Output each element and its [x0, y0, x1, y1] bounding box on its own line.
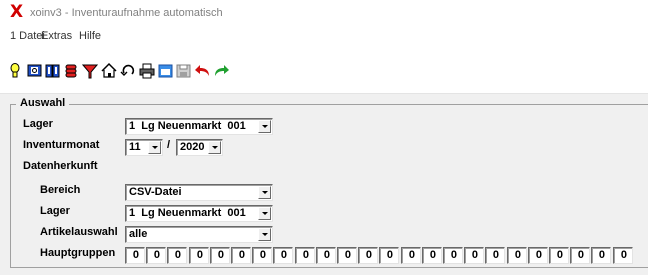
menu-bar: 1 Datei Extras Hilfe — [0, 26, 648, 46]
toolbar — [0, 46, 648, 94]
menu-hilfe[interactable]: Hilfe — [79, 30, 101, 42]
hauptgruppe-field[interactable]: 0 — [146, 247, 166, 264]
hauptgruppe-field[interactable]: 0 — [295, 247, 315, 264]
hauptgruppe-field[interactable]: 0 — [570, 247, 590, 264]
app-logo-icon: X — [10, 2, 24, 22]
hauptgruppe-field[interactable]: 0 — [422, 247, 442, 264]
hauptgruppe-field[interactable]: 0 — [464, 247, 484, 264]
chevron-down-icon[interactable] — [148, 141, 161, 154]
auswahl-group-title: Auswahl — [16, 97, 70, 109]
title-bar: X xoinv3 - Inventuraufnahme automatisch — [0, 0, 648, 26]
bereich-label: Bereich — [40, 184, 81, 196]
hauptgruppe-field[interactable]: 0 — [337, 247, 357, 264]
hauptgruppe-field[interactable]: 0 — [591, 247, 611, 264]
hauptgruppe-field[interactable]: 0 — [273, 247, 293, 264]
chevron-down-icon[interactable] — [258, 120, 271, 133]
lager-label: Lager — [23, 118, 53, 130]
window-title: xoinv3 - Inventuraufnahme automatisch — [30, 7, 223, 19]
save-icon[interactable] — [176, 62, 192, 80]
hauptgruppe-field[interactable]: 0 — [358, 247, 378, 264]
lightbulb-icon[interactable] — [8, 62, 24, 80]
hauptgruppe-field[interactable]: 0 — [189, 247, 209, 264]
artikelauswahl-label: Artikelauswahl — [40, 226, 118, 238]
year-combo[interactable]: 2020 — [176, 139, 223, 156]
hauptgruppe-field[interactable]: 0 — [316, 247, 336, 264]
menu-datei[interactable]: 1 Datei — [10, 30, 45, 42]
hauptgruppe-field[interactable]: 0 — [252, 247, 272, 264]
hauptgruppe-field[interactable]: 0 — [210, 247, 230, 264]
search-card-icon[interactable] — [27, 62, 43, 80]
hauptgruppe-field[interactable]: 0 — [443, 247, 463, 264]
lager-combo[interactable]: 1 Lg Neuenmarkt 001 — [125, 118, 273, 135]
year-combo-value: 2020 — [180, 141, 205, 153]
hauptgruppe-field[interactable]: 0 — [549, 247, 569, 264]
hauptgruppe-field[interactable]: 0 — [613, 247, 633, 264]
hauptgruppe-field[interactable]: 0 — [507, 247, 527, 264]
undo-icon[interactable] — [195, 62, 211, 80]
window-icon[interactable] — [158, 62, 174, 80]
hauptgruppe-field[interactable]: 0 — [167, 247, 187, 264]
hauptgruppe-field[interactable]: 0 — [379, 247, 399, 264]
menu-extras[interactable]: Extras — [41, 30, 72, 42]
hauptgruppe-field[interactable]: 0 — [231, 247, 251, 264]
auswahl-groupbox — [10, 104, 648, 268]
lager2-label: Lager — [40, 205, 70, 217]
bereich-combo[interactable]: CSV-Datei — [125, 184, 273, 201]
artikelauswahl-combo-value: alle — [129, 228, 148, 240]
lager2-combo-value: 1 Lg Neuenmarkt 001 — [129, 207, 246, 219]
hauptgruppe-field[interactable]: 0 — [125, 247, 145, 264]
month-combo-value: 11 — [129, 141, 141, 153]
inventurmonat-label: Inventurmonat — [23, 139, 100, 151]
redo-icon[interactable] — [213, 62, 229, 80]
chevron-down-icon[interactable] — [258, 207, 271, 220]
hauptgruppe-field[interactable]: 0 — [401, 247, 421, 264]
datenherkunft-label: Datenherkunft — [23, 160, 98, 172]
hauptgruppe-field[interactable]: 0 — [485, 247, 505, 264]
bereich-combo-value: CSV-Datei — [129, 186, 182, 198]
database-icon[interactable] — [64, 62, 80, 80]
artikelauswahl-combo[interactable]: alle — [125, 226, 273, 243]
printer-icon[interactable] — [139, 62, 155, 80]
month-combo[interactable]: 11 — [125, 139, 163, 156]
lager-combo-value: 1 Lg Neuenmarkt 001 — [129, 120, 246, 132]
chevron-down-icon[interactable] — [208, 141, 221, 154]
refresh-icon[interactable] — [120, 62, 136, 80]
book-icon[interactable] — [45, 62, 61, 80]
chevron-down-icon[interactable] — [258, 228, 271, 241]
lager2-combo[interactable]: 1 Lg Neuenmarkt 001 — [125, 205, 273, 222]
chevron-down-icon[interactable] — [258, 186, 271, 199]
hauptgruppe-field[interactable]: 0 — [528, 247, 548, 264]
home-icon[interactable] — [101, 62, 117, 80]
funnel-icon[interactable] — [82, 62, 98, 80]
year-separator: / — [167, 139, 171, 151]
hauptgruppen-label: Hauptgruppen — [40, 247, 116, 259]
